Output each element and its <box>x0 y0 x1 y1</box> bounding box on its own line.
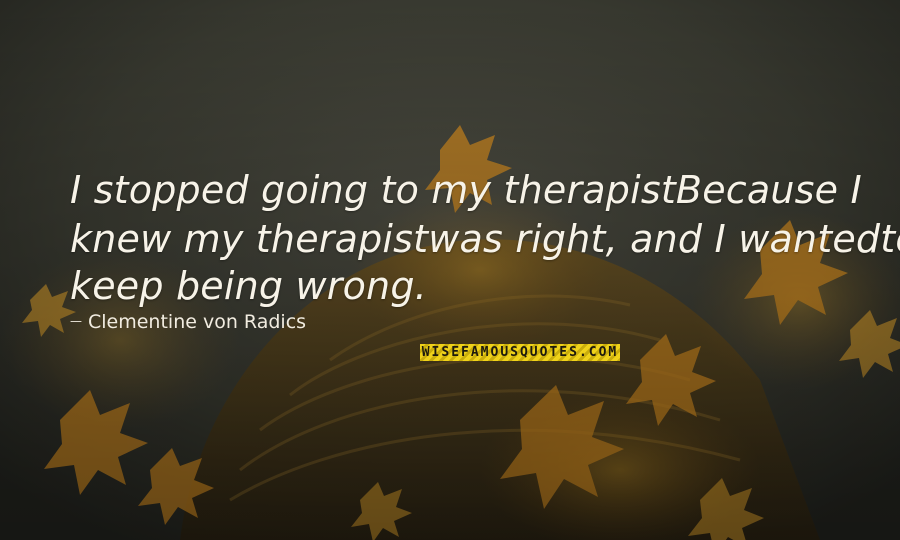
site-watermark: WISEFAMOUSQUOTES.COM <box>420 344 620 361</box>
quote-author: — Clementine von Radics <box>70 311 306 333</box>
quote-card: I stopped going to my therapistBecause I… <box>0 0 900 540</box>
quote-line-3: keep being wrong. <box>70 264 427 308</box>
quote-line-2: knew my therapistwas right, and I wanted… <box>70 217 900 261</box>
author-name: Clementine von Radics <box>88 311 307 333</box>
quote-line-1: I stopped going to my therapistBecause I <box>70 168 862 212</box>
author-dash: — <box>70 314 82 328</box>
